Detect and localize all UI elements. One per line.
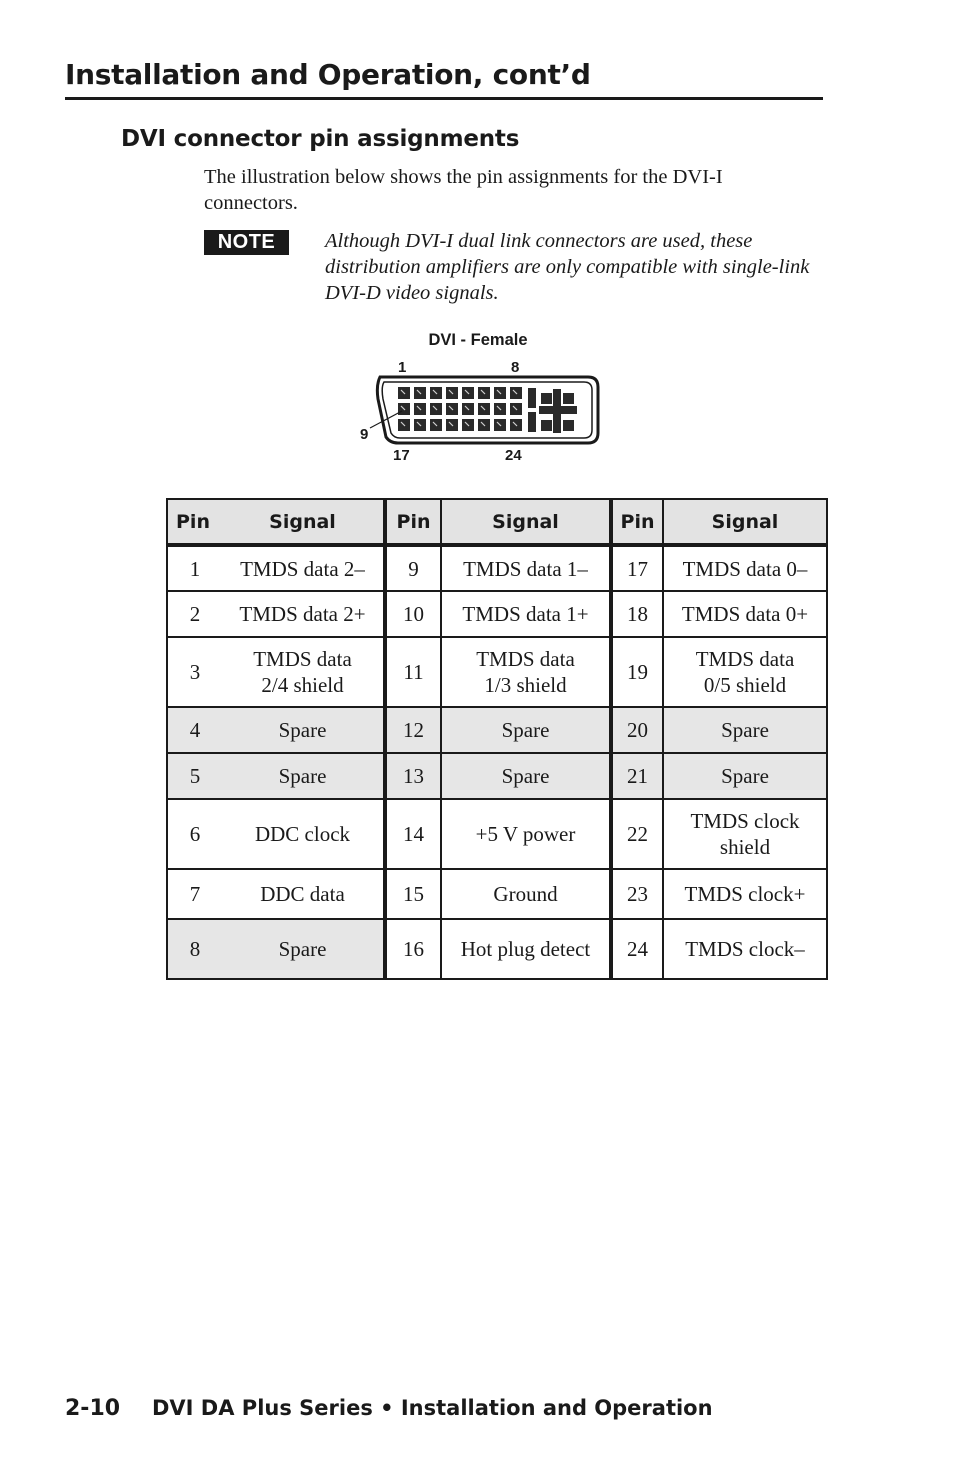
signal-cell: TMDS data 0+ <box>662 591 827 638</box>
footer-page-number: 2-10 <box>65 1396 121 1421</box>
signal-cell: TMDS clock shield <box>662 799 827 870</box>
signal-cell: Hot plug detect <box>440 919 611 980</box>
analog-contact-1 <box>541 393 552 404</box>
page-heading: Installation and Operation, cont’d <box>65 58 823 100</box>
key-slot-2 <box>528 412 536 432</box>
pin-number-cell: 13 <box>383 753 441 800</box>
pin-number-cell: 4 <box>167 707 222 754</box>
pin-number-cell: 12 <box>383 707 441 754</box>
analog-contact-3 <box>541 420 552 431</box>
table-row: 6 DDC clock 14 +5 V power 22 TMDS clock shiel… <box>167 799 827 870</box>
table-row: 7 DDC data 15 Ground 23 TMDS clock+ <box>167 869 827 920</box>
table-row: 1 TMDS data 2– 9 TMDS data 1– 17 TMDS data 0– <box>167 545 827 592</box>
signal-cell: Spare <box>440 753 611 800</box>
pin-number-cell: 19 <box>609 637 663 708</box>
signal-cell: TMDS data 1+ <box>440 591 611 638</box>
signal-cell: TMDS data 2/4 shield <box>222 637 385 708</box>
signal-cell: TMDS data 1– <box>440 545 611 592</box>
pin-number-cell: 23 <box>609 869 663 920</box>
footer-title: DVI DA Plus Series • Installation and Op… <box>152 1396 713 1420</box>
table-row: 8 Spare 16 Hot plug detect 24 TMDS clock– <box>167 919 827 980</box>
table-row: 2 TMDS data 2+ 10 TMDS data 1+ 18 TMDS data 0… <box>167 591 827 638</box>
pin-number-cell: 1 <box>167 545 222 592</box>
pin-number-cell: 17 <box>609 545 663 592</box>
intro-paragraph: The illustration below shows the pin ass… <box>204 166 723 214</box>
section-heading: DVI connector pin assignments <box>121 126 520 152</box>
signal-cell: Ground <box>440 869 611 920</box>
header-pin-3: Pin <box>609 499 663 547</box>
signal-cell: TMDS data 0– <box>662 545 827 592</box>
signal-cell: Spare <box>222 919 385 980</box>
pin-number-cell: 5 <box>167 753 222 800</box>
signal-cell: TMDS data 2– <box>222 545 385 592</box>
signal-cell: Spare <box>662 707 827 754</box>
note-text: Although DVI-I dual link connectors are … <box>325 230 810 304</box>
header-signal-2: Signal <box>440 499 611 547</box>
pin-number-cell: 3 <box>167 637 222 708</box>
table-header-row: Pin Signal Pin Signal Pin Signal <box>167 499 827 547</box>
pin-number-cell: 2 <box>167 591 222 638</box>
pin-number-cell: 6 <box>167 799 222 870</box>
signal-cell: TMDS clock+ <box>662 869 827 920</box>
table-row: 5 Spare 13 Spare 21 Spare <box>167 753 827 800</box>
signal-cell: TMDS clock– <box>662 919 827 980</box>
analog-contact-4 <box>563 420 574 431</box>
signal-cell: +5 V power <box>440 799 611 870</box>
pin-number-cell: 16 <box>383 919 441 980</box>
header-signal-1: Signal <box>222 499 385 547</box>
signal-cell: DDC data <box>222 869 385 920</box>
pin-number-cell: 9 <box>383 545 441 592</box>
pin-number-cell: 11 <box>383 637 441 708</box>
dvi-female-connector-diagram: DVI - Female 1 8 9 17 24 <box>350 325 610 470</box>
signal-cell: TMDS data 1/3 shield <box>440 637 611 708</box>
table-row: 3 TMDS data 2/4 shield 11 TMDS data 1/3 shi… <box>167 637 827 708</box>
signal-cell: TMDS data 2+ <box>222 591 385 638</box>
analog-contact-6 <box>553 389 561 433</box>
table-row: 4 Spare 12 Spare 20 Spare <box>167 707 827 754</box>
note-badge: NOTE <box>204 230 289 255</box>
pin-number-cell: 7 <box>167 869 222 920</box>
analog-contact-2 <box>563 393 574 404</box>
pin-number-cell: 8 <box>167 919 222 980</box>
key-slot-1 <box>528 388 536 408</box>
pin-number-cell: 20 <box>609 707 663 754</box>
header-signal-3: Signal <box>662 499 827 547</box>
signal-cell: Spare <box>440 707 611 754</box>
signal-cell: TMDS data 0/5 shield <box>662 637 827 708</box>
header-pin-1: Pin <box>167 499 222 547</box>
pin-number-cell: 15 <box>383 869 441 920</box>
pin-number-cell: 22 <box>609 799 663 870</box>
pin-number-cell: 10 <box>383 591 441 638</box>
pin-number-cell: 21 <box>609 753 663 800</box>
pin-number-cell: 18 <box>609 591 663 638</box>
pin-number-cell: 14 <box>383 799 441 870</box>
signal-cell: DDC clock <box>222 799 385 870</box>
connector-outline-icon <box>369 375 600 445</box>
signal-cell: Spare <box>662 753 827 800</box>
pin-number-cell: 24 <box>609 919 663 980</box>
signal-cell: Spare <box>222 707 385 754</box>
signal-cell: Spare <box>222 753 385 800</box>
pin-assignment-table: Pin Signal Pin Signal Pin Signal 1 TMDS d… <box>166 498 828 980</box>
header-pin-2: Pin <box>383 499 441 547</box>
